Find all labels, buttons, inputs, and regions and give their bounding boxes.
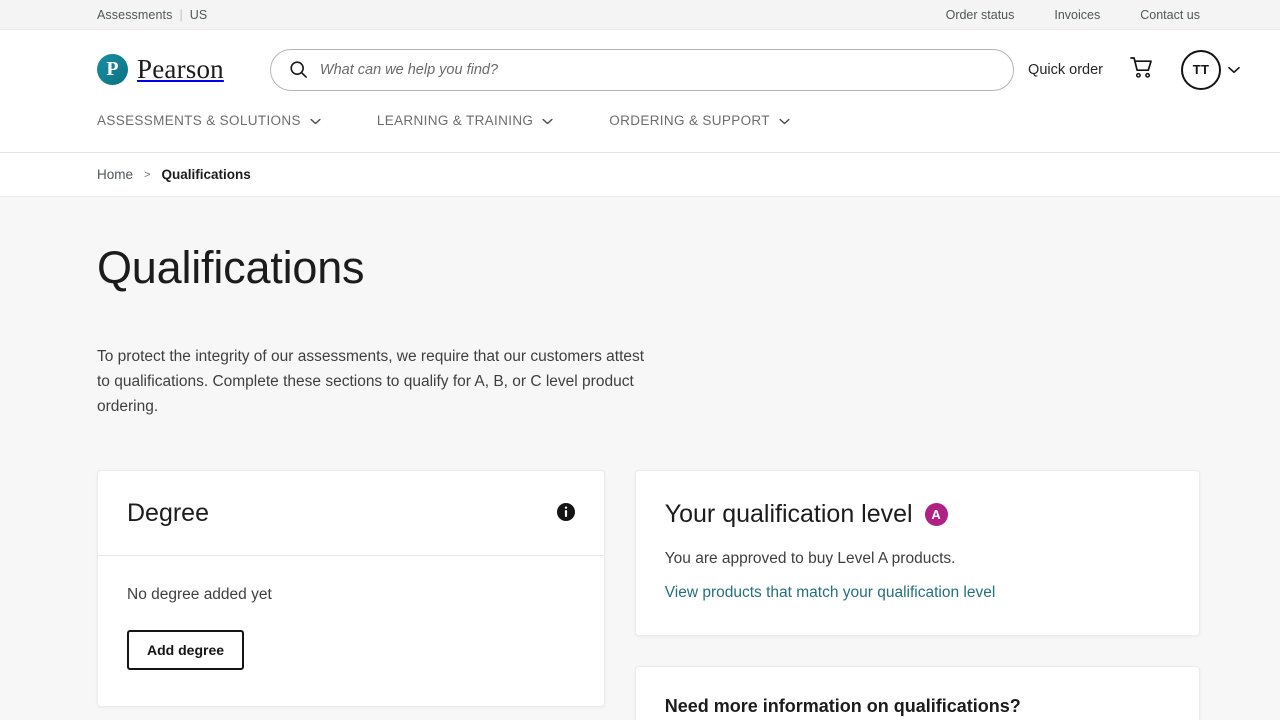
utility-bar: Assessments | US Order status Invoices C… [0,0,1280,30]
degree-card: Degree No degree added yet Add degree [97,469,605,707]
degree-empty-text: No degree added yet [127,585,272,603]
contact-us-link[interactable]: Contact us [1140,8,1200,22]
right-column: Your qualification level A You are appro… [634,469,1200,720]
chevron-down-icon [542,113,553,128]
qualification-level-card: Your qualification level A You are appro… [634,469,1200,636]
nav-label: ASSESSMENTS & SOLUTIONS [97,113,301,128]
pearson-interrobang-icon: P [97,54,128,85]
add-degree-button[interactable]: Add degree [127,629,245,670]
breadcrumb-separator-icon: > [144,168,151,181]
header-actions: Quick order TT [1028,49,1240,90]
quick-order-link[interactable]: Quick order [1028,62,1103,78]
site-header: P Pearson Quick order TT [0,30,1280,109]
utility-separator: | [179,7,183,22]
nav-item-assessments-and-solutions[interactable]: ASSESSMENTS & SOLUTIONS [97,109,321,128]
degree-card-body: No degree added yet Add degree [98,556,604,706]
degree-card-title: Degree [127,498,209,527]
pearson-p-glyph: P [106,58,119,80]
view-matching-products-link[interactable]: View products that match your qualificat… [665,584,996,602]
order-status-link[interactable]: Order status [946,8,1015,22]
search-icon [289,60,308,79]
account-menu[interactable]: TT [1181,49,1240,90]
breadcrumb-current: Qualifications [161,167,251,182]
qualification-card-header: Your qualification level A [665,500,1170,529]
status-badge: A [924,502,948,526]
nav-label: ORDERING & SUPPORT [609,113,770,128]
pearson-logo[interactable]: P Pearson [97,54,224,85]
breadcrumb: Home > Qualifications [0,153,1280,197]
utility-links: Order status Invoices Contact us [946,8,1200,22]
more-information-title: Need more information on qualifications? [664,695,1021,716]
primary-nav: ASSESSMENTS & SOLUTIONS LEARNING & TRAIN… [0,109,1280,153]
nav-item-learning-and-training[interactable]: LEARNING & TRAINING [377,109,553,128]
qualification-status-text: You are approved to buy Level A products… [664,549,956,567]
shopping-cart-button[interactable] [1127,54,1157,85]
brand-wordmark: Pearson [137,54,224,84]
invoices-link[interactable]: Invoices [1054,8,1100,22]
degree-card-header: Degree [98,471,604,556]
search-input[interactable] [319,61,995,78]
assessments-link[interactable]: Assessments [97,8,172,22]
degree-info-button[interactable] [556,502,575,524]
chevron-down-icon [1228,61,1240,79]
avatar[interactable]: TT [1181,49,1221,90]
nav-label: LEARNING & TRAINING [376,113,534,128]
info-icon [556,502,575,524]
region-link[interactable]: US [190,8,208,22]
more-information-card: Need more information on qualifications?… [634,665,1200,720]
qualification-card-title: Your qualification level [664,499,913,528]
breadcrumb-home-link[interactable]: Home [97,167,133,182]
left-column: Degree No degree added yet Add degree [97,469,605,720]
page-intro-text: To protect the integrity of our assessme… [97,347,645,415]
search-bar[interactable] [269,48,1014,91]
cart-icon [1129,56,1155,83]
site-region-label: Assessments | US [97,8,207,22]
nav-item-ordering-and-support[interactable]: ORDERING & SUPPORT [609,109,790,128]
cards-region: Degree No degree added yet Add degree Yo… [97,469,1200,720]
chevron-down-icon [779,113,790,128]
page-title: Qualifications [97,242,365,293]
chevron-down-icon [310,113,321,128]
page-content: Qualifications To protect the integrity … [0,197,1280,720]
